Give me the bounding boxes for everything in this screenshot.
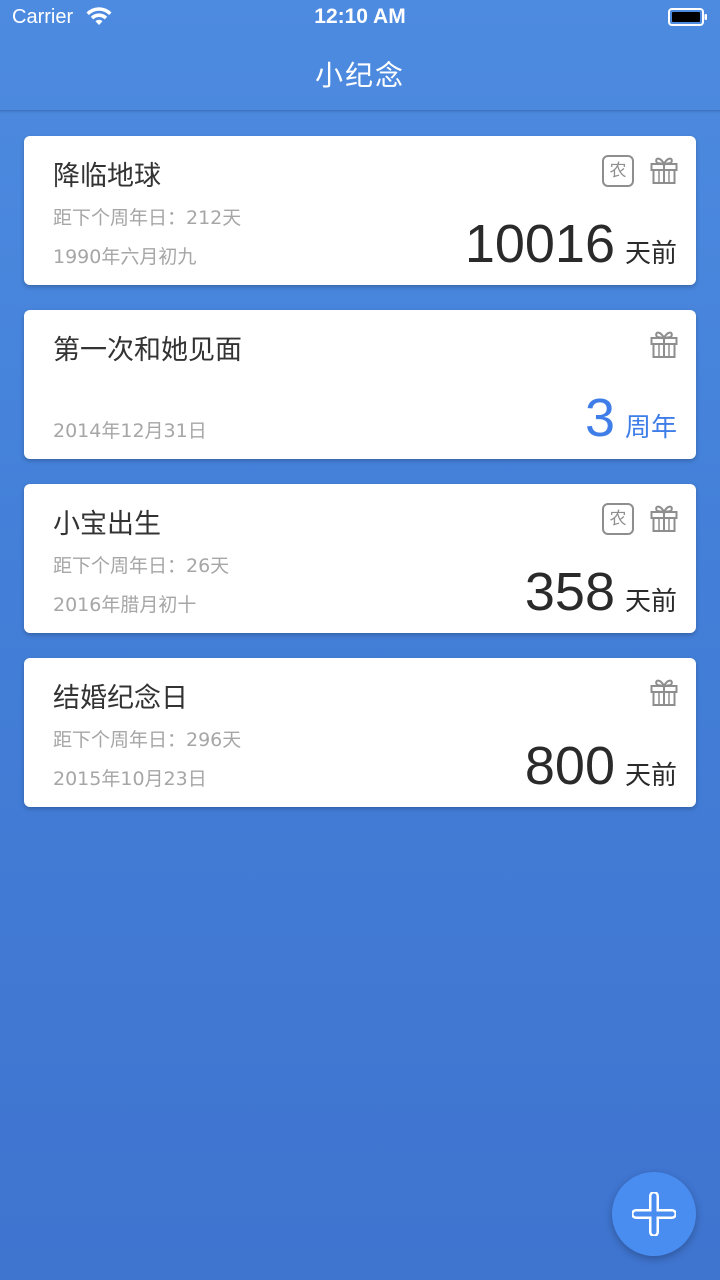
anniversary-title: 第一次和她见面 bbox=[53, 335, 242, 366]
anniversary-list: 降临地球 农 距下个周年日：212天 1990年六月初九 10016 天前 第一… bbox=[24, 136, 696, 832]
next-anniversary-countdown: 距下个周年日：212天 bbox=[53, 207, 242, 229]
anniversary-date: 2016年腊月初十 bbox=[53, 594, 197, 616]
anniversary-date: 2015年10月23日 bbox=[53, 768, 207, 790]
day-count-value: 10016 bbox=[464, 214, 615, 274]
anniversary-card[interactable]: 小宝出生 农 距下个周年日：26天 2016年腊月初十 358 天前 bbox=[24, 484, 696, 633]
navigation-bar: 小纪念 bbox=[0, 40, 720, 111]
add-anniversary-button[interactable] bbox=[612, 1172, 696, 1256]
anniversary-card[interactable]: 第一次和她见面 2014年12月31日 3 周年 bbox=[24, 310, 696, 459]
day-count: 10016 天前 bbox=[465, 217, 677, 271]
plus-icon bbox=[632, 1192, 676, 1236]
lunar-badge: 农 bbox=[602, 503, 634, 535]
status-bar: Carrier 12:10 AM bbox=[0, 0, 720, 40]
day-count-unit: 天前 bbox=[624, 761, 677, 791]
gift-icon[interactable] bbox=[650, 155, 678, 185]
day-count-unit: 天前 bbox=[624, 587, 677, 617]
anniversary-title: 降临地球 bbox=[53, 161, 161, 192]
anniversary-card[interactable]: 降临地球 农 距下个周年日：212天 1990年六月初九 10016 天前 bbox=[24, 136, 696, 285]
day-count-value: 358 bbox=[524, 562, 615, 622]
gift-icon[interactable] bbox=[650, 677, 678, 707]
lunar-badge: 农 bbox=[602, 155, 634, 187]
clock: 12:10 AM bbox=[314, 5, 406, 28]
anniversary-title: 小宝出生 bbox=[53, 509, 161, 540]
next-anniversary-countdown: 距下个周年日：26天 bbox=[53, 555, 230, 577]
battery-icon bbox=[668, 8, 708, 26]
anniversary-count-value: 3 bbox=[584, 388, 615, 448]
gift-icon[interactable] bbox=[650, 503, 678, 533]
page-title: 小纪念 bbox=[314, 59, 405, 92]
gift-icon[interactable] bbox=[650, 329, 678, 359]
anniversary-date: 2014年12月31日 bbox=[53, 420, 207, 442]
day-count: 800 天前 bbox=[525, 739, 677, 793]
day-count-value: 800 bbox=[524, 736, 615, 796]
anniversary-card[interactable]: 结婚纪念日 距下个周年日：296天 2015年10月23日 800 天前 bbox=[24, 658, 696, 807]
anniversary-date: 1990年六月初九 bbox=[53, 246, 197, 268]
next-anniversary-countdown: 距下个周年日：296天 bbox=[53, 729, 242, 751]
day-count-unit: 天前 bbox=[624, 239, 677, 269]
anniversary-count-unit: 周年 bbox=[624, 413, 677, 443]
day-count: 358 天前 bbox=[525, 565, 677, 619]
anniversary-count: 3 周年 bbox=[585, 391, 677, 445]
anniversary-title: 结婚纪念日 bbox=[53, 683, 188, 714]
